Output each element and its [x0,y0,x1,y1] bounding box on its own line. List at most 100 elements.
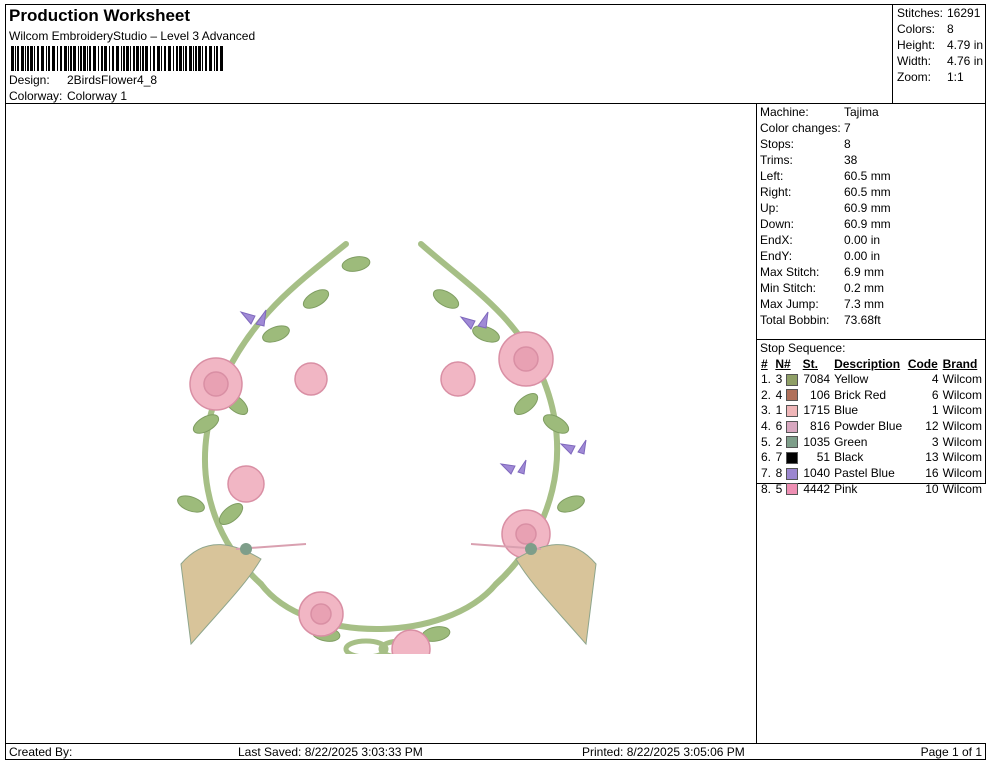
column-header: N# [775,356,791,371]
page-number: Page 1 of 1 [920,745,982,759]
summary-label: Zoom: [897,70,932,84]
color-swatch [784,387,800,403]
property-value: 60.9 mm [844,201,891,215]
property-label: Max Jump: [760,297,819,311]
thread-color-swatch [786,483,799,496]
stop-index: 1. [761,371,772,386]
property-label: Up: [760,201,779,215]
column-header: Code [907,356,938,371]
table-header-row: # N# St. Description Code Brand [759,356,985,371]
property-label: Stops: [760,137,795,151]
barcode [11,46,223,71]
property-value: 60.5 mm [844,169,891,183]
property-row: Color changes: 7 [760,121,851,137]
thread-color-swatch [786,389,799,402]
thread-code: 3 [931,434,939,449]
table-row: 8. 5 4442 Pink 10 Wilcom [759,481,985,497]
table-row: 1. 3 7084 Yellow 4 Wilcom [759,371,985,387]
property-value: 0.2 mm [844,281,885,295]
thread-color-swatch [786,436,799,449]
property-value: 7.3 mm [844,297,885,311]
thread-description: Yellow [834,371,869,386]
needle-number: 8 [775,465,783,480]
color-swatch [784,418,800,434]
property-label: Max Stitch: [760,265,820,279]
stop-sequence-title: Stop Sequence: [757,339,985,356]
table-row: 7. 8 1040 Pastel Blue 16 Wilcom [759,465,985,481]
thread-description: Black [834,450,864,465]
stop-index: 5. [761,434,772,449]
color-swatch [784,371,800,387]
property-value: 7 [844,121,851,135]
colorway-label: Colorway: [9,89,63,103]
property-value: 0.00 in [844,249,881,263]
property-value: 6.9 mm [844,265,885,279]
table-row: 6. 7 51 Black 13 Wilcom [759,449,985,465]
stitch-count: 816 [810,418,831,433]
table-row: 3. 1 1715 Blue 1 Wilcom [759,402,985,418]
design-row: Design: 2BirdsFlower4_8 [9,73,157,87]
summary-label: Width: [897,54,932,68]
stop-sequence-table: # N# St. Description Code Brand 1. 3 7084 Y… [759,356,985,497]
table-row: 4. 6 816 Powder Blue 12 Wilcom [759,418,985,434]
thread-description: Blue [834,403,859,418]
stitch-count: 1715 [803,403,831,418]
needle-number: 4 [775,387,783,402]
property-row: Down: 60.9 mm [760,217,891,233]
property-row: Trims: 38 [760,153,857,169]
property-row: Max Jump: 7.3 mm [760,297,884,313]
property-row: EndY: 0.00 in [760,249,880,265]
property-label: Color changes: [760,121,841,135]
property-row: Machine: Tajima [760,105,879,121]
thread-color-swatch [786,452,799,465]
property-label: Left: [760,169,784,183]
embroidery-design-image [177,241,597,654]
design-preview [5,103,757,744]
needle-number: 1 [775,403,783,418]
needle-number: 6 [775,418,783,433]
property-label: EndY: [760,249,793,263]
thread-brand: Wilcom [942,465,982,480]
summary-row: Zoom: 1:1 [897,70,964,85]
stitch-count: 4442 [803,481,831,496]
design-value: 2BirdsFlower4_8 [67,73,158,87]
thread-code: 10 [925,481,939,496]
property-row: Up: 60.9 mm [760,201,891,217]
table-row: 2. 4 106 Brick Red 6 Wilcom [759,387,985,403]
software-name: Wilcom EmbroideryStudio – Level 3 Advanc… [9,29,256,43]
property-value: 8 [844,137,851,151]
thread-description: Green [834,434,868,449]
column-header: Brand [942,356,978,371]
property-label: Total Bobbin: [760,313,830,327]
thread-brand: Wilcom [942,481,982,496]
needle-number: 2 [775,434,783,449]
stop-index: 4. [761,418,772,433]
property-label: Trims: [760,153,793,167]
thread-description: Brick Red [834,387,887,402]
property-row: Stops: 8 [760,137,851,153]
property-row: Min Stitch: 0.2 mm [760,281,884,297]
summary-value: 4.76 in [947,54,984,68]
property-label: Right: [760,185,792,199]
summary-value: 1:1 [947,70,964,84]
summary-label: Height: [897,38,936,52]
property-value: 0.00 in [844,233,881,247]
needle-number: 3 [775,371,783,386]
thread-code: 1 [931,403,939,418]
property-label: Machine: [760,105,809,119]
property-row: Right: 60.5 mm [760,185,891,201]
thread-color-swatch [786,373,799,386]
needle-number: 7 [775,450,783,465]
thread-brand: Wilcom [942,450,982,465]
summary-row: Colors: 8 [897,22,954,37]
property-value: 73.68ft [844,313,881,327]
stop-index: 2. [761,387,772,402]
color-swatch [784,465,800,481]
stitch-count: 106 [810,387,831,402]
color-swatch [784,402,800,418]
stop-index: 6. [761,450,772,465]
summary-value: 4.79 in [947,38,984,52]
thread-description: Pastel Blue [834,465,895,480]
summary-label: Colors: [897,22,936,36]
thread-code: 6 [931,387,939,402]
